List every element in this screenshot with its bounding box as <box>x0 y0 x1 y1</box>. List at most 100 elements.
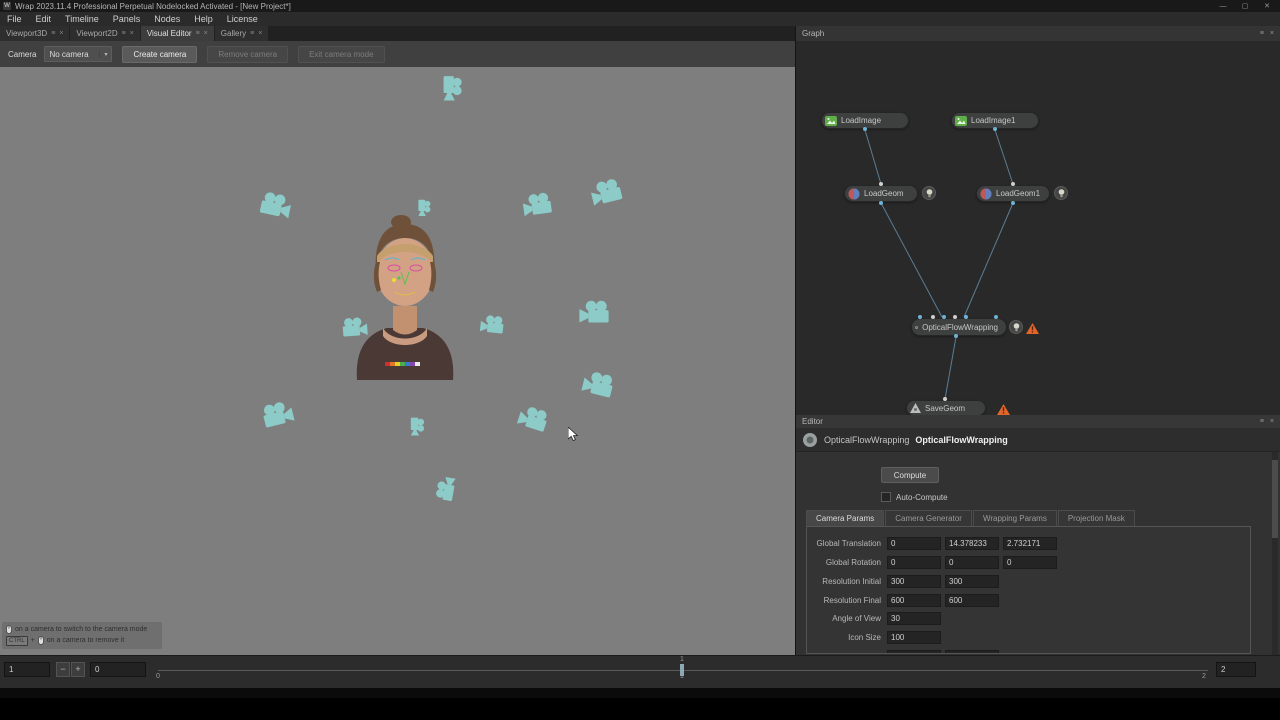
camera-gizmo[interactable] <box>256 190 296 222</box>
camera-gizmo[interactable] <box>519 191 556 219</box>
tab-viewport3d[interactable]: Viewport3D ≡ × <box>0 26 69 41</box>
menu-item-license[interactable]: License <box>220 12 265 26</box>
camera-gizmo[interactable] <box>477 314 507 336</box>
visibility-bulb-icon[interactable] <box>922 186 936 200</box>
param-input[interactable] <box>1003 537 1057 550</box>
menu-item-timeline[interactable]: Timeline <box>58 12 106 26</box>
close-icon[interactable]: × <box>59 30 63 37</box>
camera-hints: on a camera to switch to the camera mode… <box>2 622 162 649</box>
input-port[interactable] <box>943 397 947 401</box>
frame-decrement-button[interactable]: − <box>56 662 70 677</box>
tab-bar: Viewport3D ≡ × Viewport2D ≡ × Visual Edi… <box>0 26 795 41</box>
scan-model[interactable] <box>335 212 475 385</box>
hamburger-icon[interactable]: ≡ <box>250 30 254 37</box>
param-input[interactable] <box>945 537 999 550</box>
menu-item-help[interactable]: Help <box>187 12 220 26</box>
param-input[interactable] <box>887 650 941 654</box>
input-port[interactable] <box>964 315 968 319</box>
input-port[interactable] <box>918 315 922 319</box>
camera-gizmo[interactable] <box>578 368 619 401</box>
param-input[interactable] <box>887 556 941 569</box>
camera-gizmo[interactable] <box>409 416 424 438</box>
input-port[interactable] <box>994 315 998 319</box>
output-port[interactable] <box>1011 201 1015 205</box>
menu-item-edit[interactable]: Edit <box>29 12 59 26</box>
camera-gizmo[interactable] <box>258 398 299 431</box>
tab-camera-generator[interactable]: Camera Generator <box>885 510 972 526</box>
tab-camera-params[interactable]: Camera Params <box>806 510 884 526</box>
node-name-label: OpticalFlowWrapping <box>915 435 1007 445</box>
param-input[interactable] <box>887 594 941 607</box>
output-port[interactable] <box>879 201 883 205</box>
input-port[interactable] <box>931 315 935 319</box>
node-savegeom[interactable]: SaveGeom <box>906 400 986 415</box>
visibility-bulb-icon[interactable] <box>1009 320 1023 334</box>
node-opticalflowwrapping[interactable]: OpticalFlowWrapping <box>911 318 1007 336</box>
param-row: Clipping Range <box>807 647 1250 654</box>
hamburger-icon[interactable]: ≡ <box>1260 418 1264 425</box>
hamburger-icon[interactable]: ≡ <box>1260 30 1264 37</box>
param-row: Global Rotation <box>807 553 1250 572</box>
frame-increment-button[interactable]: + <box>71 662 85 677</box>
range-start-input[interactable] <box>90 662 146 677</box>
close-icon[interactable]: × <box>204 30 208 37</box>
camera-gizmo[interactable] <box>586 176 627 209</box>
compute-button[interactable]: Compute <box>881 467 939 483</box>
param-input[interactable] <box>945 575 999 588</box>
tab-viewport2d[interactable]: Viewport2D ≡ × <box>70 26 139 41</box>
input-port[interactable] <box>1011 182 1015 186</box>
hamburger-icon[interactable]: ≡ <box>196 30 200 37</box>
menu-item-nodes[interactable]: Nodes <box>147 12 187 26</box>
close-icon[interactable]: × <box>258 30 262 37</box>
tab-projection-mask[interactable]: Projection Mask <box>1058 510 1135 526</box>
tab-visual-editor[interactable]: Visual Editor ≡ × <box>141 26 214 41</box>
output-port[interactable] <box>863 127 867 131</box>
node-graph[interactable]: LoadImage LoadImage1 LoadGeom LoadGeom1 … <box>795 41 1280 415</box>
editor-scrollbar[interactable] <box>1272 452 1278 655</box>
output-port[interactable] <box>954 334 958 338</box>
hamburger-icon[interactable]: ≡ <box>122 30 126 37</box>
close-icon[interactable]: × <box>130 30 134 37</box>
create-camera-button[interactable]: Create camera <box>122 46 197 63</box>
window-close-icon[interactable]: ✕ <box>1256 0 1278 12</box>
input-port[interactable] <box>953 315 957 319</box>
param-input[interactable] <box>887 537 941 550</box>
tab-wrapping-params[interactable]: Wrapping Params <box>973 510 1057 526</box>
camera-select[interactable]: No camera ▾ <box>44 46 112 62</box>
param-input[interactable] <box>887 575 941 588</box>
input-port[interactable] <box>879 182 883 186</box>
frame-input[interactable] <box>4 662 50 677</box>
node-label: LoadImage1 <box>971 116 1015 125</box>
minimize-icon[interactable]: — <box>1212 0 1234 12</box>
output-port[interactable] <box>993 127 997 131</box>
menu-item-file[interactable]: File <box>0 12 29 26</box>
node-label: SaveGeom <box>925 404 965 413</box>
param-input[interactable] <box>945 556 999 569</box>
visibility-bulb-icon[interactable] <box>1054 186 1068 200</box>
editor-panel-title: Editor <box>802 417 823 426</box>
param-input[interactable] <box>945 650 999 654</box>
param-input[interactable] <box>887 631 941 644</box>
camera-gizmo[interactable] <box>513 402 553 435</box>
chevron-down-icon: ▾ <box>99 51 111 58</box>
scrollbar-thumb[interactable] <box>1272 460 1278 538</box>
camera-gizmo[interactable] <box>576 300 612 325</box>
range-end-input[interactable] <box>1216 662 1256 677</box>
visual-editor-viewport[interactable]: on a camera to switch to the camera mode… <box>0 67 795 655</box>
param-input[interactable] <box>1003 556 1057 569</box>
input-port[interactable] <box>942 315 946 319</box>
menu-item-panels[interactable]: Panels <box>106 12 148 26</box>
close-icon[interactable]: × <box>1270 30 1274 37</box>
param-input[interactable] <box>887 612 941 625</box>
node-loadgeom1[interactable]: LoadGeom1 <box>976 185 1050 202</box>
camera-gizmo[interactable] <box>434 473 458 504</box>
param-input[interactable] <box>945 594 999 607</box>
node-label: LoadGeom <box>864 189 904 198</box>
node-loadgeom[interactable]: LoadGeom <box>844 185 918 202</box>
tab-gallery[interactable]: Gallery ≡ × <box>215 26 269 41</box>
camera-gizmo[interactable] <box>442 73 463 103</box>
maximize-icon[interactable]: ▢ <box>1234 0 1256 12</box>
close-icon[interactable]: × <box>1270 418 1274 425</box>
hamburger-icon[interactable]: ≡ <box>51 30 55 37</box>
auto-compute-checkbox[interactable] <box>881 492 891 502</box>
